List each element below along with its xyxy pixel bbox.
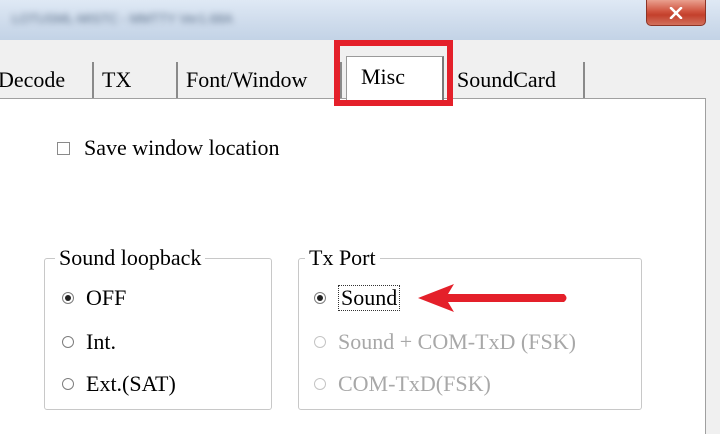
tab-soundcard-label: SoundCard — [457, 67, 556, 92]
title-bar: LOTUSML-MISTC - MMTTY Ver1.68A — [0, 0, 720, 41]
save-window-location-label: Save window location — [84, 135, 280, 160]
close-button[interactable] — [646, 0, 706, 26]
tx-port-title: Tx Port — [305, 244, 380, 272]
loopback-off-radio[interactable] — [62, 292, 74, 304]
tx-port-com-txd-label: COM-TxD(FSK) — [338, 371, 491, 396]
tx-port-sound-com-radio — [314, 336, 326, 348]
tx-port-com-txd-option: COM-TxD(FSK) — [314, 370, 491, 398]
close-icon — [669, 6, 683, 19]
tx-port-sound-option[interactable]: Sound — [314, 284, 401, 312]
loopback-ext-label: Ext.(SAT) — [86, 371, 176, 396]
annotation-arrow — [418, 284, 567, 312]
loopback-int-label: Int. — [86, 329, 116, 354]
loopback-off-label: OFF — [86, 285, 127, 310]
tab-soundcard[interactable]: SoundCard — [449, 62, 585, 98]
loopback-int-option[interactable]: Int. — [62, 328, 116, 356]
tab-font-window-label: Font/Window — [186, 67, 308, 92]
tab-decode-label: Decode — [0, 67, 66, 92]
loopback-off-option[interactable]: OFF — [62, 284, 126, 312]
tx-port-sound-com-label: Sound + COM-TxD (FSK) — [338, 329, 576, 354]
loopback-ext-radio[interactable] — [62, 378, 74, 390]
window-title: LOTUSML-MISTC - MMTTY Ver1.68A — [12, 11, 233, 26]
tx-port-com-txd-radio — [314, 378, 326, 390]
tab-font-window[interactable]: Font/Window — [178, 62, 342, 98]
loopback-int-radio[interactable] — [62, 336, 74, 348]
save-window-location-checkbox[interactable] — [57, 141, 70, 155]
tab-decode[interactable]: Decode — [0, 62, 94, 98]
loopback-ext-option[interactable]: Ext.(SAT) — [62, 370, 176, 398]
tab-tx[interactable]: TX — [94, 62, 178, 98]
tx-port-sound-radio[interactable] — [314, 292, 326, 304]
tab-highlight-box — [334, 40, 453, 106]
tx-port-sound-label: Sound — [338, 285, 401, 311]
sound-loopback-title: Sound loopback — [55, 244, 206, 272]
save-window-location-row[interactable]: Save window location — [57, 135, 280, 161]
tab-tx-label: TX — [102, 67, 132, 92]
tx-port-sound-com-option: Sound + COM-TxD (FSK) — [314, 328, 576, 356]
